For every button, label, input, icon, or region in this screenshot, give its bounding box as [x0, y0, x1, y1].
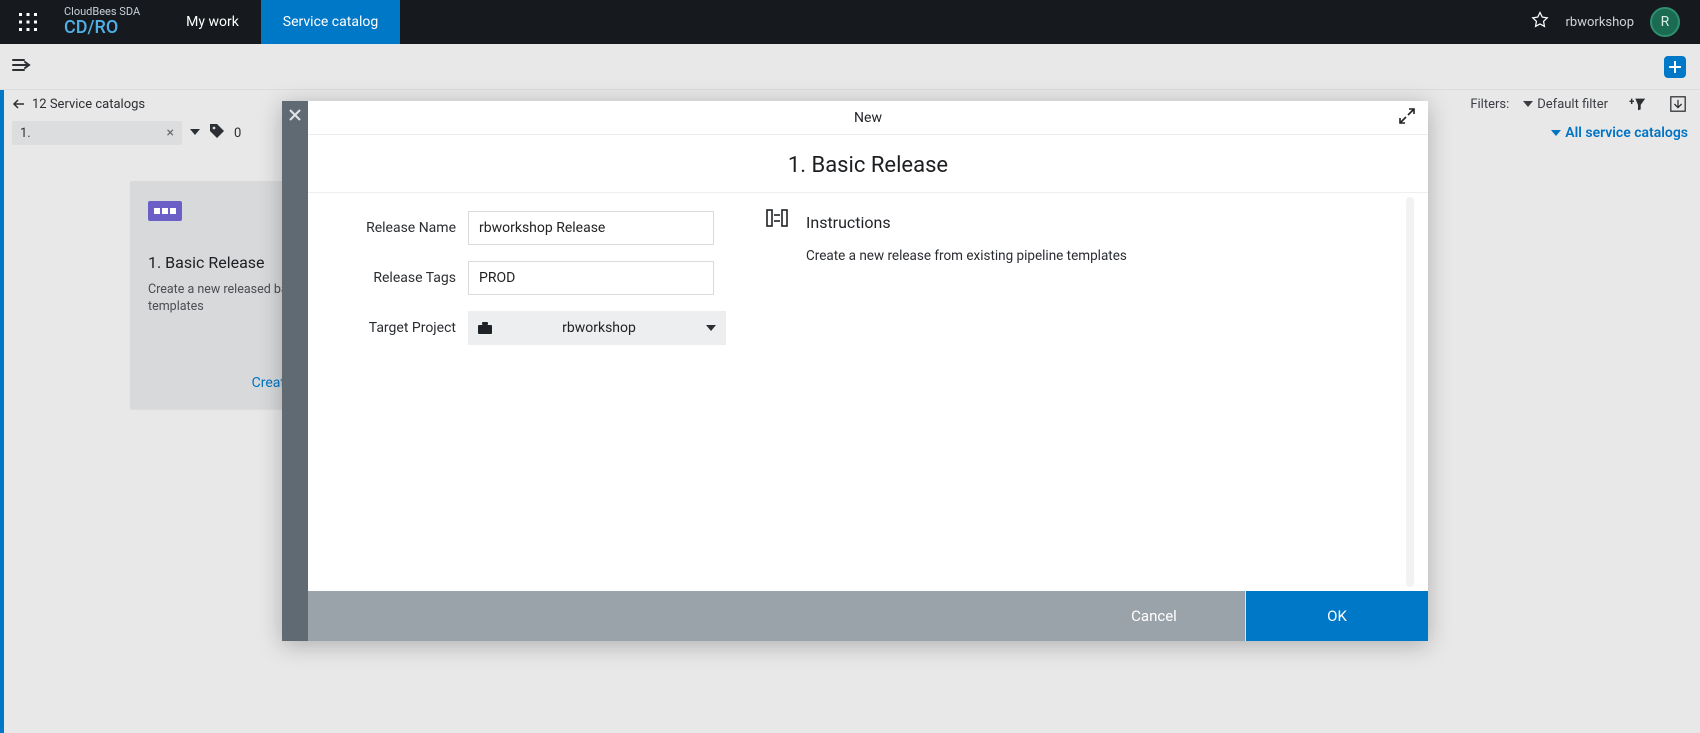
release-name-label: Release Name	[348, 220, 468, 236]
brand: CloudBees SDA CD/RO	[56, 6, 164, 38]
target-project-value: rbworkshop	[502, 320, 696, 336]
back-link[interactable]: 12 Service catalogs	[12, 97, 145, 112]
instructions-title: Instructions	[806, 213, 1127, 232]
nav-service-catalog[interactable]: Service catalog	[261, 0, 400, 44]
instructions-icon	[766, 209, 788, 231]
modal-header-label: New	[854, 110, 882, 126]
release-icon	[148, 201, 182, 221]
user-name[interactable]: rbworkshop	[1566, 15, 1634, 30]
chevron-down-icon	[696, 323, 726, 333]
app-header: CloudBees SDA CD/RO My work Service cata…	[0, 0, 1700, 44]
star-icon[interactable]	[1530, 10, 1550, 34]
search-dropdown-icon[interactable]	[190, 126, 200, 141]
nav-my-work[interactable]: My work	[164, 0, 261, 44]
sidebar-toggle-icon[interactable]	[12, 57, 32, 76]
ok-button[interactable]: OK	[1246, 591, 1428, 641]
apps-grid-icon[interactable]	[0, 0, 56, 44]
save-filter-icon[interactable]	[1668, 94, 1688, 114]
modal-header: New	[308, 101, 1428, 135]
brand-bottom: CD/RO	[64, 18, 140, 38]
sub-toolbar	[0, 44, 1700, 90]
default-filter-dropdown[interactable]: Default filter	[1523, 97, 1608, 112]
add-filter-icon[interactable]	[1628, 94, 1648, 114]
instructions-column: Instructions Create a new release from e…	[748, 193, 1428, 591]
instructions-text: Create a new release from existing pipel…	[806, 248, 1127, 264]
tag-count: 0	[234, 126, 241, 141]
avatar[interactable]: R	[1650, 7, 1680, 37]
back-link-label: 12 Service catalogs	[32, 97, 145, 112]
cancel-button[interactable]: Cancel	[1063, 591, 1245, 641]
modal-footer: Cancel OK	[308, 591, 1428, 641]
search-chip[interactable]: 1. ×	[12, 121, 182, 145]
filters-label: Filters:	[1470, 97, 1509, 112]
form-column: Release Name Release Tags Target Project	[308, 193, 748, 591]
all-service-catalogs-link[interactable]: All service catalogs	[1551, 125, 1688, 141]
modal-title: 1. Basic Release	[308, 135, 1428, 192]
target-project-select[interactable]: rbworkshop	[468, 311, 726, 345]
new-release-modal: New 1. Basic Release Release Name Releas…	[282, 101, 1428, 641]
expand-icon[interactable]	[1398, 107, 1416, 129]
default-filter-label: Default filter	[1537, 97, 1608, 112]
release-tags-label: Release Tags	[348, 270, 468, 286]
add-button[interactable]	[1664, 56, 1686, 78]
modal-close-button[interactable]	[282, 101, 308, 641]
tag-icon[interactable]	[208, 122, 226, 144]
search-chip-text: 1.	[20, 126, 31, 141]
clear-search-icon[interactable]: ×	[167, 125, 174, 141]
all-catalogs-label: All service catalogs	[1565, 125, 1688, 141]
left-accent	[0, 90, 4, 733]
briefcase-icon	[468, 311, 502, 345]
release-name-input[interactable]	[468, 211, 714, 245]
release-tags-input[interactable]	[468, 261, 714, 295]
target-project-label: Target Project	[348, 320, 468, 336]
